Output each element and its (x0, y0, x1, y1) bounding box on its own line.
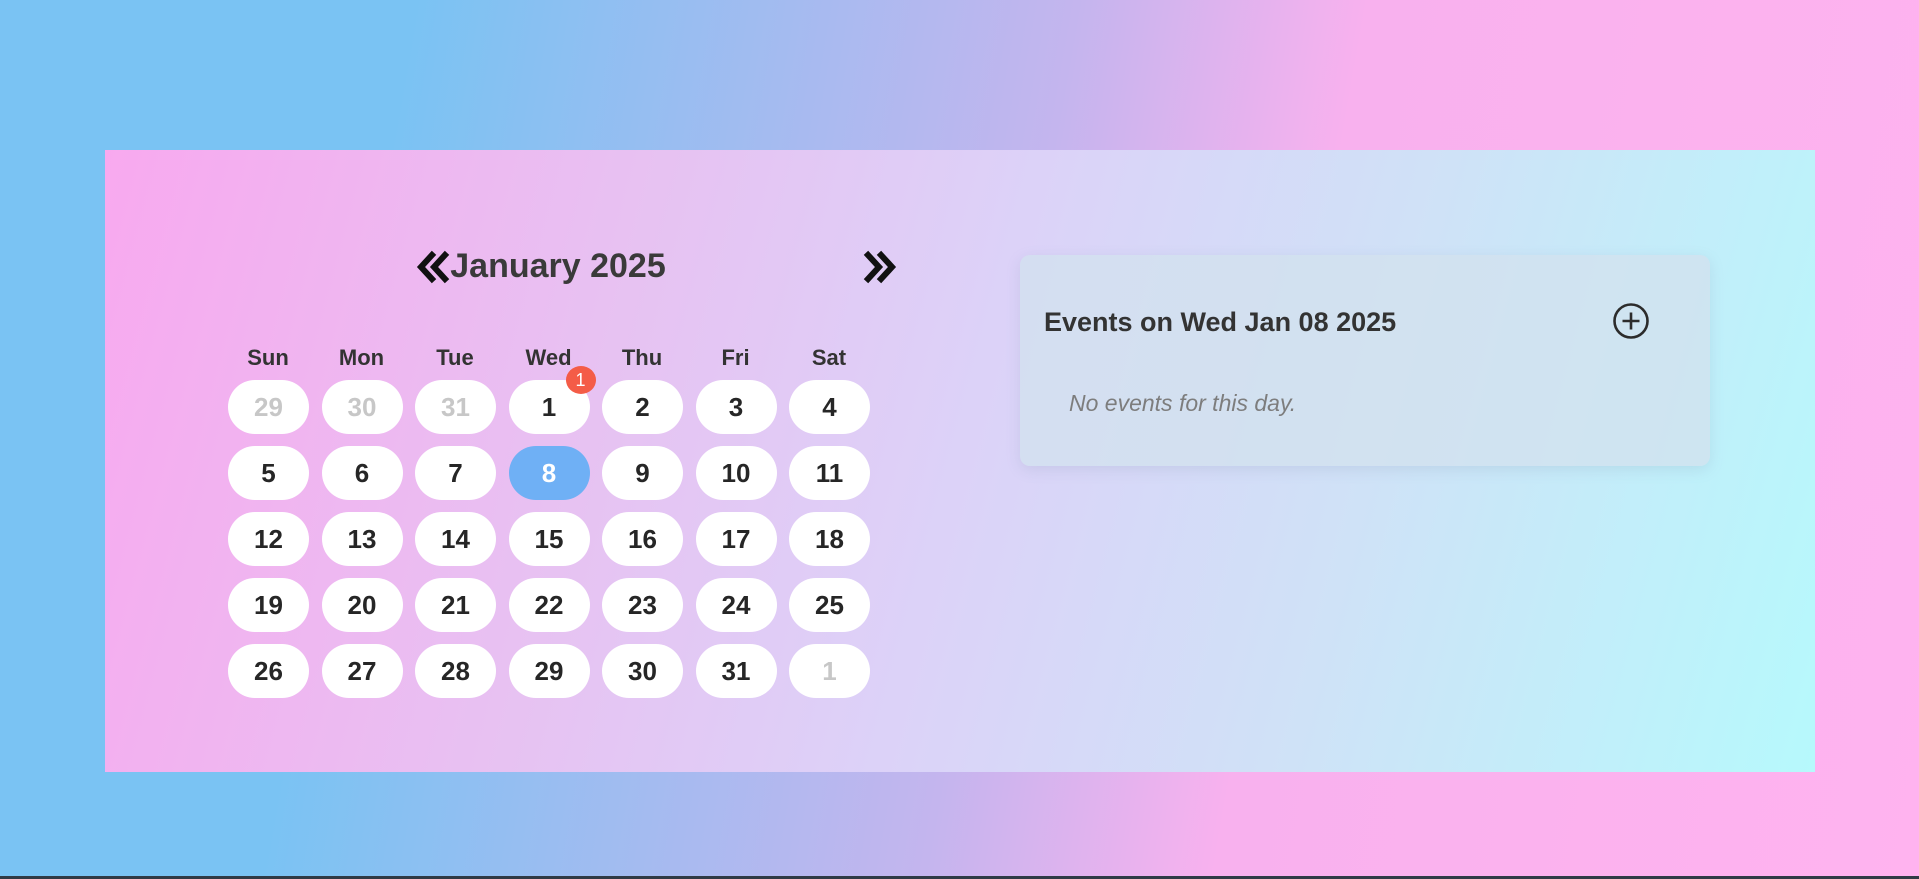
day-cell[interactable]: 27 (321, 644, 403, 698)
day-cell[interactable]: 24 (695, 578, 777, 632)
day-number: 2 (635, 391, 650, 422)
weekday-label: Tue (436, 345, 474, 370)
weekday-label: Sun (247, 345, 289, 370)
calendar-panel: January 2025 Sun Mon Tue Wed Thu Fri Sat 29 30 3… (105, 150, 1815, 772)
day-cell[interactable]: 16 (602, 512, 683, 566)
day-cell[interactable]: 31 (695, 644, 777, 698)
day-cell[interactable]: 9 (602, 446, 683, 500)
day-number: 6 (354, 457, 370, 488)
day-number: 12 (254, 523, 283, 554)
day-number: 26 (254, 655, 283, 686)
events-card: Events on Wed Jan 08 2025 No events for … (1020, 255, 1710, 466)
day-number: 24 (721, 589, 751, 620)
day-number: 31 (441, 391, 470, 422)
day-cell[interactable]: 4 (789, 380, 870, 434)
day-cell[interactable]: 14 (415, 512, 496, 566)
day-number: 8 (541, 457, 557, 488)
day-cell[interactable]: 29 (508, 644, 590, 698)
day-number: 16 (628, 523, 657, 554)
day-cell[interactable]: 17 (695, 512, 777, 566)
day-number: 30 (628, 655, 657, 686)
day-number: 22 (534, 589, 564, 620)
day-cell[interactable]: 13 (321, 512, 403, 566)
day-cell[interactable]: 12 (228, 512, 309, 566)
day-number: 30 (347, 391, 377, 422)
plus-circle-icon (1613, 303, 1649, 339)
day-number: 7 (448, 457, 463, 488)
day-cell[interactable]: 11 (789, 446, 870, 500)
day-cell[interactable]: 30 (602, 644, 683, 698)
no-events-message: No events for this day. (1069, 390, 1297, 416)
day-number: 11 (815, 457, 844, 488)
day-cell[interactable]: 10 (695, 446, 777, 500)
day-number: 9 (635, 457, 650, 488)
day-number: 5 (261, 457, 276, 488)
day-number: 14 (441, 523, 470, 554)
double-chevron-right-icon (863, 250, 897, 284)
day-number: 29 (534, 655, 564, 686)
day-cell[interactable]: 1 (789, 644, 870, 698)
day-cell[interactable]: 21 (415, 578, 496, 632)
add-event-button[interactable] (1612, 302, 1650, 340)
day-cell[interactable]: 23 (602, 578, 683, 632)
day-cell[interactable]: 25 (789, 578, 870, 632)
day-cell[interactable]: 11 (508, 366, 596, 434)
day-cell[interactable]: 19 (228, 578, 309, 632)
events-title: Events on Wed Jan 08 2025 (1044, 307, 1397, 337)
next-month-button[interactable] (853, 241, 905, 293)
day-number: 25 (815, 589, 844, 620)
day-number: 29 (254, 391, 283, 422)
day-cell-selected[interactable]: 8 (508, 446, 590, 500)
calendar: January 2025 Sun Mon Tue Wed Thu Fri Sat 29 30 3… (228, 235, 897, 698)
day-number: 27 (347, 655, 377, 686)
weekday-label: Fri (721, 345, 750, 370)
day-number: 18 (815, 523, 844, 554)
day-cell[interactable]: 6 (321, 446, 403, 500)
day-number: 21 (441, 589, 470, 620)
day-cell[interactable]: 5 (228, 446, 309, 500)
weekday-label: Thu (621, 345, 663, 370)
day-cell[interactable]: 28 (415, 644, 496, 698)
day-cell[interactable]: 15 (508, 512, 590, 566)
day-number: 10 (721, 457, 751, 488)
day-cell[interactable]: 31 (415, 380, 496, 434)
day-number: 1 (541, 391, 557, 422)
day-number: 23 (628, 589, 657, 620)
day-number: 1 (822, 655, 837, 686)
day-number: 4 (822, 391, 837, 422)
calendar-header: January 2025 (228, 235, 897, 305)
day-number: 15 (534, 523, 564, 554)
day-cell[interactable]: 18 (789, 512, 870, 566)
day-cell[interactable]: 26 (228, 644, 309, 698)
day-number: 20 (347, 589, 377, 620)
day-number: 3 (728, 391, 744, 422)
day-number: 13 (347, 523, 377, 554)
weekday-label: Sat (811, 345, 847, 370)
day-cell[interactable]: 30 (321, 380, 403, 434)
day-number: 17 (721, 523, 751, 554)
weekday-header-row: Sun Mon Tue Wed Thu Fri Sat (228, 345, 888, 375)
day-cell[interactable]: 22 (508, 578, 590, 632)
day-cell[interactable]: 29 (228, 380, 309, 434)
day-cell[interactable]: 2 (602, 380, 683, 434)
day-cell[interactable]: 20 (321, 578, 403, 632)
month-title: January 2025 (450, 247, 666, 285)
day-number: 19 (254, 589, 283, 620)
day-number: 28 (441, 655, 470, 686)
day-number: 31 (721, 655, 751, 686)
weekday-label: Mon (338, 345, 385, 370)
event-count-badge: 1 (565, 366, 596, 394)
day-cell[interactable]: 7 (415, 446, 496, 500)
day-cell[interactable]: 3 (695, 380, 777, 434)
